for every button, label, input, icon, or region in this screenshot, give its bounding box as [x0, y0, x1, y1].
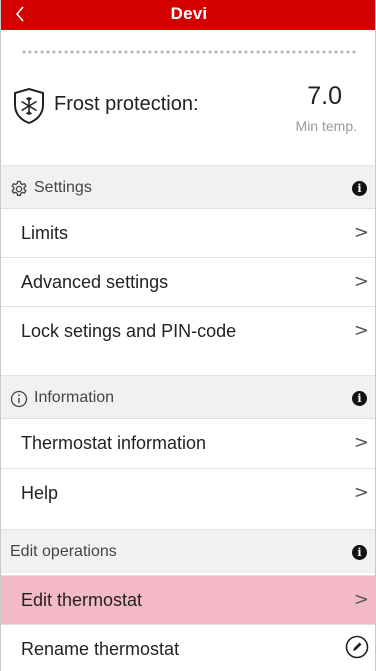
edit-operations-info-icon[interactable]: i [352, 545, 367, 560]
information-info-icon[interactable]: i [352, 391, 367, 406]
info-circle-icon [10, 390, 28, 408]
rename-thermostat-label: Rename thermostat [21, 639, 180, 659]
frost-protection-panel: Frost protection: 7.0 Min temp. [1, 78, 375, 144]
shield-snowflake-icon [14, 87, 44, 125]
chevron-right-icon: > [353, 222, 369, 243]
chevron-right-icon: > [353, 320, 369, 341]
screen: Devi Frost protection: 7.0 Min temp. Set… [0, 0, 376, 671]
top-bar: Devi [1, 0, 375, 30]
page-title: Devi [170, 4, 208, 23]
settings-section-label: Settings [34, 179, 92, 196]
edit-thermostat-label: Edit thermostat [21, 590, 143, 610]
thermostat-information-item[interactable]: Thermostat information > [1, 418, 375, 467]
thermostat-information-label: Thermostat information [21, 433, 207, 453]
gear-icon [11, 180, 27, 196]
settings-section-header: Settings i [1, 165, 375, 209]
information-section-header: Information i [1, 375, 375, 419]
edit-operations-section-label: Edit operations [10, 543, 117, 560]
help-item[interactable]: Help > [1, 468, 375, 517]
chevron-right-icon: > [353, 482, 369, 503]
frost-protection-label: Frost protection: [54, 93, 199, 115]
information-section-label: Information [34, 389, 115, 406]
frost-temperature-value: 7.0 [307, 82, 342, 110]
lock-settings-item[interactable]: Lock setings and PIN-code > [1, 306, 375, 355]
advanced-settings-label: Advanced settings [21, 272, 169, 292]
chevron-right-icon: > [353, 432, 369, 453]
page-indicator-dots [21, 49, 357, 55]
lock-settings-label: Lock setings and PIN-code [21, 321, 237, 341]
chevron-right-icon: > [353, 589, 369, 610]
limits-item[interactable]: Limits > [1, 208, 375, 257]
advanced-settings-item[interactable]: Advanced settings > [1, 257, 375, 306]
edit-thermostat-item[interactable]: Edit thermostat > [1, 575, 375, 624]
settings-info-icon[interactable]: i [352, 181, 367, 196]
limits-label: Limits [21, 223, 69, 243]
pencil-circle-icon[interactable] [345, 635, 369, 659]
chevron-right-icon: > [353, 271, 369, 292]
rename-thermostat-item[interactable]: Rename thermostat [1, 624, 375, 671]
edit-operations-section-header: Edit operations i [1, 529, 375, 573]
help-label: Help [21, 483, 59, 503]
frost-temperature-unit: Min temp. [295, 118, 357, 134]
